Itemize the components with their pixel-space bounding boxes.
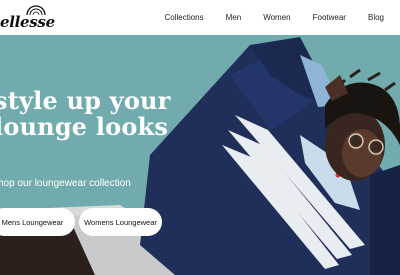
hero-subheading: hop our loungewear collection	[0, 178, 131, 189]
hero-banner: style up your lounge looks hop our loung…	[0, 35, 400, 275]
hero-headline: style up your lounge looks	[0, 88, 171, 140]
headline-line-2: lounge looks	[0, 112, 169, 141]
site-header: ellesse Collections Men Women Footwear B…	[0, 0, 400, 35]
nav-item-blog[interactable]: Blog	[368, 13, 384, 22]
hero-image	[0, 35, 400, 275]
nav-item-men[interactable]: Men	[226, 13, 242, 22]
brand-logo[interactable]: ellesse	[0, 4, 56, 32]
main-nav: Collections Men Women Footwear Blog	[143, 0, 385, 35]
headline-line-1: style up your	[0, 86, 171, 115]
nav-item-collections[interactable]: Collections	[165, 13, 204, 22]
womens-loungewear-button[interactable]: Womens Loungewear	[79, 208, 162, 236]
nav-item-women[interactable]: Women	[263, 13, 290, 22]
nav-item-footwear[interactable]: Footwear	[313, 13, 346, 22]
brand-name: ellesse	[0, 13, 55, 31]
mens-loungewear-button[interactable]: Mens Loungewear	[0, 208, 75, 236]
